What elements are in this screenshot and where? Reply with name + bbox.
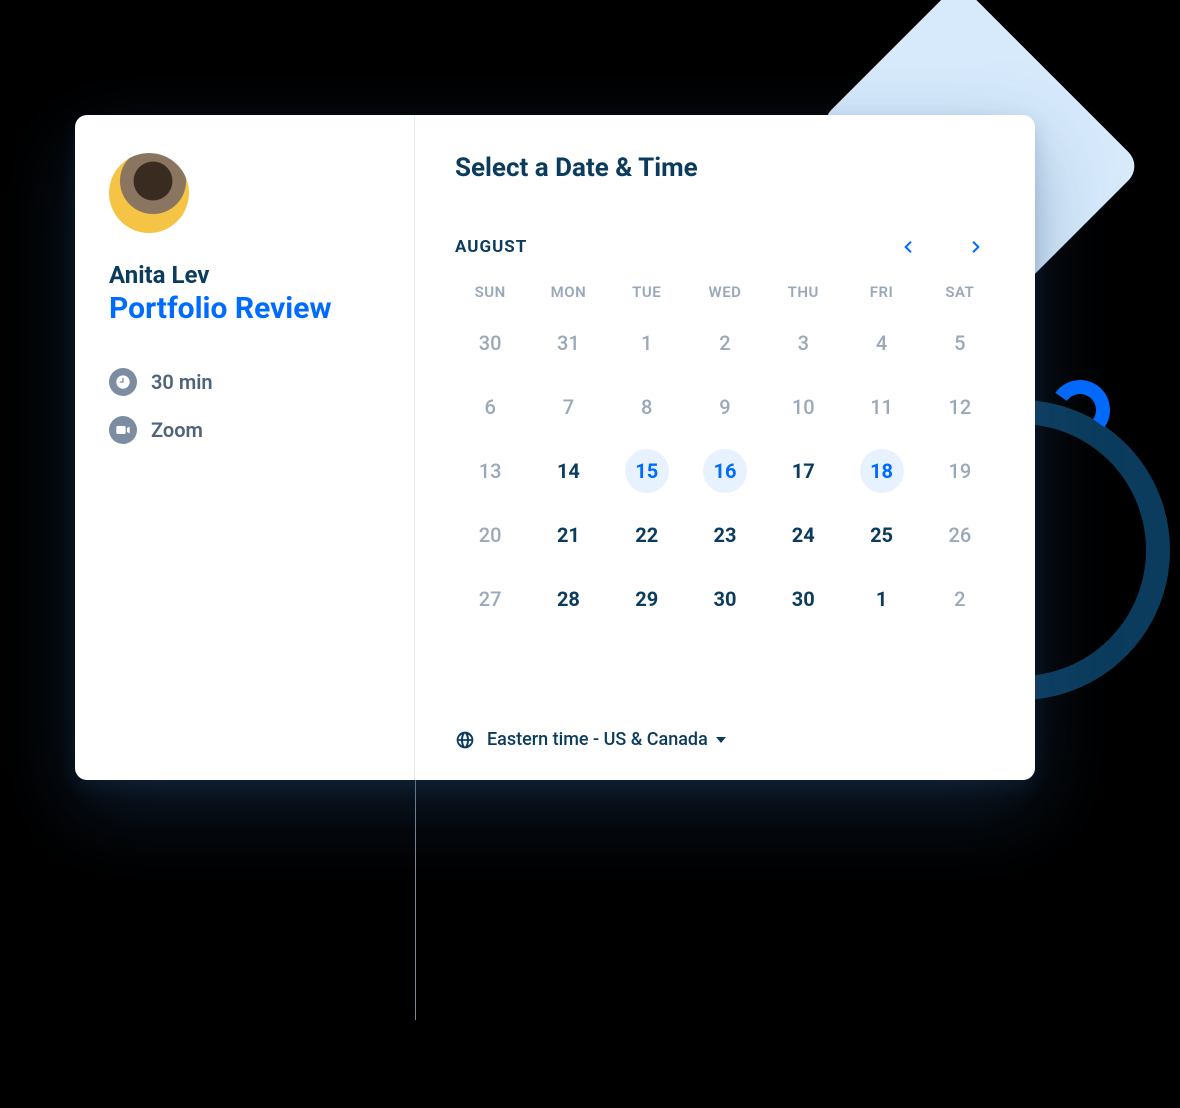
calendar-day-disabled: 12 xyxy=(938,385,982,429)
calendar-day-selectable[interactable]: 21 xyxy=(546,513,590,557)
calendar-pane: Select a Date & Time AUGUST SUN MON TUE WED… xyxy=(415,115,1035,780)
timezone-selector[interactable]: Eastern time - US & Canada xyxy=(455,729,726,750)
duration-row: 30 min xyxy=(109,368,380,396)
calendar-day-disabled: 2 xyxy=(703,321,747,365)
calendar-day-disabled: 20 xyxy=(468,513,512,557)
calendar-day-disabled: 27 xyxy=(468,577,512,621)
calendar-day-disabled: 9 xyxy=(703,385,747,429)
clock-icon xyxy=(109,368,137,396)
calendar-day-disabled: 19 xyxy=(938,449,982,493)
dow-header: SUN xyxy=(455,283,525,301)
calendar-day-disabled: 5 xyxy=(938,321,982,365)
panel-heading: Select a Date & Time xyxy=(455,153,995,183)
calendar-day-selectable[interactable]: 25 xyxy=(860,513,904,557)
month-label: AUGUST xyxy=(455,237,527,257)
prev-month-button[interactable] xyxy=(897,235,921,259)
booking-card: Anita Lev Portfolio Review 30 min Zoom S… xyxy=(75,115,1035,780)
host-name: Anita Lev xyxy=(109,261,380,289)
decorative-divider-line xyxy=(415,780,416,1020)
next-month-button[interactable] xyxy=(963,235,987,259)
dow-header: MON xyxy=(533,283,603,301)
dow-header: TUE xyxy=(612,283,682,301)
calendar-day-selectable[interactable]: 30 xyxy=(703,577,747,621)
calendar-day-selectable[interactable]: 29 xyxy=(625,577,669,621)
host-avatar xyxy=(109,153,189,233)
calendar-day-selectable[interactable]: 17 xyxy=(781,449,825,493)
caret-down-icon xyxy=(716,737,726,743)
location-label: Zoom xyxy=(151,418,203,442)
calendar-day-disabled: 13 xyxy=(468,449,512,493)
calendar-day-disabled: 10 xyxy=(781,385,825,429)
calendar-grid: SUNMONTUEWEDTHUFRISAT3031123456789101112… xyxy=(455,283,995,621)
globe-icon xyxy=(455,730,475,750)
calendar-day-disabled: 26 xyxy=(938,513,982,557)
calendar-day-selectable[interactable]: 28 xyxy=(546,577,590,621)
dow-header: WED xyxy=(690,283,760,301)
calendar-day-disabled: 30 xyxy=(468,321,512,365)
calendar-day-disabled: 3 xyxy=(781,321,825,365)
calendar-day-disabled: 11 xyxy=(860,385,904,429)
calendar-day-disabled: 1 xyxy=(625,321,669,365)
calendar-day-disabled: 8 xyxy=(625,385,669,429)
location-row: Zoom xyxy=(109,416,380,444)
timezone-label: Eastern time - US & Canada xyxy=(487,729,708,750)
calendar-day-available[interactable]: 16 xyxy=(703,449,747,493)
event-title: Portfolio Review xyxy=(109,291,380,326)
calendar-day-selectable[interactable]: 24 xyxy=(781,513,825,557)
calendar-day-available[interactable]: 18 xyxy=(860,449,904,493)
duration-label: 30 min xyxy=(151,370,213,394)
event-info-pane: Anita Lev Portfolio Review 30 min Zoom xyxy=(75,115,415,780)
month-nav-row: AUGUST xyxy=(455,235,995,259)
dow-header: FRI xyxy=(846,283,916,301)
calendar-day-disabled: 4 xyxy=(860,321,904,365)
dow-header: THU xyxy=(768,283,838,301)
calendar-day-disabled: 2 xyxy=(938,577,982,621)
calendar-day-available[interactable]: 15 xyxy=(625,449,669,493)
video-icon xyxy=(109,416,137,444)
calendar-day-disabled: 7 xyxy=(546,385,590,429)
calendar-day-disabled: 6 xyxy=(468,385,512,429)
dow-header: SAT xyxy=(925,283,995,301)
calendar-day-selectable[interactable]: 30 xyxy=(781,577,825,621)
calendar-day-selectable[interactable]: 22 xyxy=(625,513,669,557)
calendar-day-disabled: 31 xyxy=(546,321,590,365)
calendar-day-selectable[interactable]: 14 xyxy=(546,449,590,493)
calendar-day-selectable[interactable]: 1 xyxy=(860,577,904,621)
calendar-day-selectable[interactable]: 23 xyxy=(703,513,747,557)
